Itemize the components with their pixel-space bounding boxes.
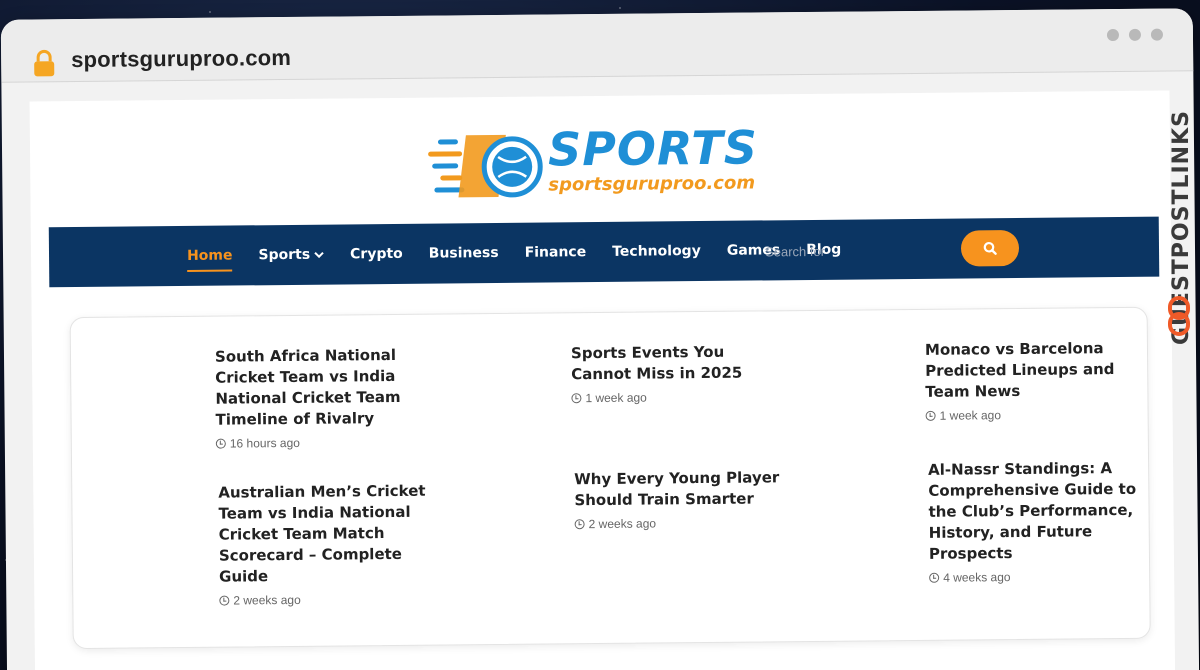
nav-item-home[interactable]: Home [187, 248, 233, 264]
clock-icon [929, 572, 940, 583]
post-title[interactable]: South Africa National Cricket Team vs In… [215, 345, 426, 431]
post-meta: 1 week ago [571, 389, 781, 405]
logo-wordmark: SPORTS [547, 120, 759, 177]
clock-icon [219, 595, 230, 606]
browser-window: sportsguruproo.com SPORTS sportsguruproo… [0, 8, 1200, 670]
search-button[interactable] [960, 229, 1020, 267]
chevron-down-icon [314, 251, 324, 259]
post-item[interactable]: Australian Men’s Cricket Team vs India N… [218, 481, 429, 608]
clock-icon [215, 438, 226, 449]
post-meta: 1 week ago [925, 407, 1136, 423]
window-dot-icon[interactable] [1150, 28, 1164, 41]
post-item[interactable]: Al-Nassr Standings: A Comprehensive Guid… [928, 458, 1139, 585]
window-dot-icon[interactable] [1128, 28, 1142, 41]
clock-icon [574, 519, 585, 530]
site-logo[interactable]: SPORTS sportsguruproo.com [428, 120, 779, 205]
web-page: SPORTS sportsguruproo.com Home Sports Cr… [29, 90, 1176, 670]
post-time: 1 week ago [585, 390, 647, 406]
posts-card: South Africa National Cricket Team vs In… [69, 306, 1151, 650]
nav-item-crypto[interactable]: Crypto [350, 246, 403, 263]
nav-item-sports[interactable]: Sports [258, 246, 324, 264]
nav-item-business[interactable]: Business [429, 245, 499, 262]
post-time: 2 weeks ago [233, 592, 301, 608]
post-item[interactable]: South Africa National Cricket Team vs In… [215, 345, 426, 451]
post-item[interactable]: Sports Events You Cannot Miss in 2025 1 … [571, 341, 782, 405]
clock-icon [571, 393, 582, 404]
post-title[interactable]: Australian Men’s Cricket Team vs India N… [218, 481, 429, 588]
window-controls [1106, 28, 1164, 42]
nav-menu: Home Sports Crypto Business Finance Tech… [187, 220, 842, 286]
post-time: 2 weeks ago [588, 516, 657, 532]
main-navigation: Home Sports Crypto Business Finance Tech… [48, 216, 1160, 288]
logo-domain: sportsguruproo.com [548, 172, 756, 196]
post-title[interactable]: Sports Events You Cannot Miss in 2025 [571, 341, 781, 385]
post-item[interactable]: Why Every Young Player Should Train Smar… [574, 467, 785, 531]
post-meta: 16 hours ago [215, 435, 426, 451]
search-icon [983, 241, 997, 255]
window-dot-icon[interactable] [1106, 29, 1120, 42]
nav-item-finance[interactable]: Finance [525, 244, 587, 261]
post-time: 4 weeks ago [943, 570, 1011, 585]
post-time: 1 week ago [939, 408, 1002, 423]
post-time: 16 hours ago [229, 435, 300, 451]
post-title[interactable]: Why Every Young Player Should Train Smar… [574, 467, 784, 511]
chain-link-icon [1168, 296, 1190, 336]
nav-item-label: Sports [258, 246, 311, 264]
url-text[interactable]: sportsguruproo.com [71, 45, 291, 73]
address-bar[interactable]: sportsguruproo.com [0, 8, 1194, 83]
nav-item-technology[interactable]: Technology [612, 243, 701, 260]
post-meta: 2 weeks ago [574, 515, 785, 532]
clock-icon [925, 410, 936, 421]
lock-icon [34, 49, 55, 77]
post-item[interactable]: Monaco vs Barcelona Predicted Lineups an… [925, 338, 1136, 423]
ball-speed-logo-icon [428, 134, 543, 198]
post-meta: 4 weeks ago [929, 569, 1139, 585]
watermark-banner: GUESTPOSTLINKS [1160, 50, 1200, 350]
search-input[interactable] [762, 236, 948, 265]
post-title[interactable]: Monaco vs Barcelona Predicted Lineups an… [925, 338, 1136, 403]
post-meta: 2 weeks ago [219, 592, 429, 608]
post-title[interactable]: Al-Nassr Standings: A Comprehensive Guid… [928, 458, 1139, 565]
